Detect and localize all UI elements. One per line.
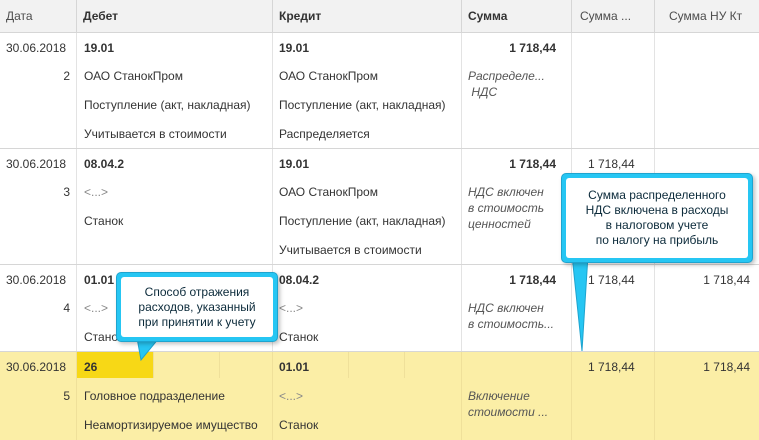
callout-method-note: Способ отражения расходов, указанный при… [116,272,278,342]
debit-subconto-2: Станок [84,214,124,228]
row-number: 2 [63,69,70,83]
debit-account: 01.01 [84,273,115,287]
table-row[interactable]: 30.06.2018 2 19.01 ОАО СтанокПром Поступ… [0,33,759,149]
row-content-line-2: стоимости ... [468,405,549,419]
row-date: 30.06.2018 [6,360,67,374]
row-sum-nu-kt: 1 718,44 [703,273,750,287]
credit-account: 19.01 [279,41,310,55]
column-header-credit[interactable]: Кредит [273,0,462,33]
row-sum: 1 718,44 [509,157,556,171]
callout-pointer-tax [571,255,589,352]
column-header-debit[interactable]: Дебет [77,0,273,33]
credit-subconto-2: Станок [279,330,319,344]
credit-account[interactable]: 01.01 [279,360,309,374]
column-header-sum-nu-dt[interactable]: Сумма ... [572,0,655,33]
debit-account: 08.04.2 [84,157,125,171]
row-content-line-2: в стоимость... [468,317,555,331]
debit-subconto-1: ОАО СтанокПром [84,69,183,83]
callout-tax-line-3: в налоговом учете [605,218,709,232]
credit-subconto-1: ОАО СтанокПром [279,69,378,83]
callout-tax-line-2: НДС включена в расходы [585,203,729,217]
column-header-sum[interactable]: Сумма [462,0,572,33]
credit-subconto-1: ОАО СтанокПром [279,185,378,199]
row-date: 30.06.2018 [6,41,67,55]
debit-account[interactable]: 26 [84,360,97,374]
row-content-line-1: НДС включен [468,185,544,199]
column-header-sum-nu-kt[interactable]: Сумма НУ Кт [655,0,759,33]
table-row-selected[interactable]: 30.06.2018 5 26 Головное подразделение Н… [0,352,759,440]
row-content-line-1: Распределе... [468,69,545,83]
row-content-line-1: НДС включен [468,301,544,315]
credit-subconto-3: Распределяется [279,127,370,141]
debit-subconto-1: <...> [84,301,109,315]
credit-account: 08.04.2 [279,273,320,287]
row-sum: 1 718,44 [509,273,556,287]
row-number: 3 [63,185,70,199]
row-number: 4 [63,301,70,315]
row-content-line-1: Включение [468,389,530,403]
callout-tax-line-1: Сумма распределенного [588,188,726,202]
row-sum: 1 718,44 [509,41,556,55]
callout-method-line-3: при принятии к учету [138,314,256,329]
row-sum-nu-dt: 1 718,44 [588,273,635,287]
table-header: Дата Дебет Кредит Сумма Сумма ... Сумма … [0,0,759,33]
row-content-line-3: ценностей [468,217,531,231]
callout-tax-note: Сумма распределенного НДС включена в рас… [561,173,753,263]
credit-subconto-2: Поступление (акт, накладная) [279,98,446,112]
credit-subconto-2[interactable]: Станок [279,418,318,432]
credit-subconto-1[interactable]: <...> [279,389,303,403]
callout-tax-line-4: по налогу на прибыль [595,233,719,247]
credit-subconto-3: Учитывается в стоимости [279,243,422,257]
debit-subconto-2: Поступление (акт, накладная) [84,98,251,112]
debit-subconto-3: Учитывается в стоимости [84,127,227,141]
credit-subconto-1: <...> [279,301,304,315]
callout-method-line-2: расходов, указанный [138,299,256,314]
row-number: 5 [63,389,70,403]
row-date: 30.06.2018 [6,157,67,171]
row-sum-nu-dt: 1 718,44 [588,360,635,374]
debit-subconto-1: <...> [84,185,109,199]
table-row[interactable]: 30.06.2018 4 01.01 <...> Станок 08.04.2 … [0,265,759,352]
debit-subconto-2[interactable]: Неамортизируемое имущество [84,418,258,432]
row-date: 30.06.2018 [6,273,67,287]
credit-subconto-2: Поступление (акт, накладная) [279,214,446,228]
row-content-line-2: НДС [468,85,498,99]
callout-method-line-1: Способ отражения [144,284,250,299]
row-content-line-2: в стоимость [468,201,545,215]
row-sum-nu-dt: 1 718,44 [588,157,635,171]
debit-account: 19.01 [84,41,115,55]
debit-subconto-1[interactable]: Головное подразделение [84,389,225,403]
credit-account: 19.01 [279,157,310,171]
row-sum-nu-kt: 1 718,44 [703,360,750,374]
column-header-date[interactable]: Дата [0,0,77,33]
